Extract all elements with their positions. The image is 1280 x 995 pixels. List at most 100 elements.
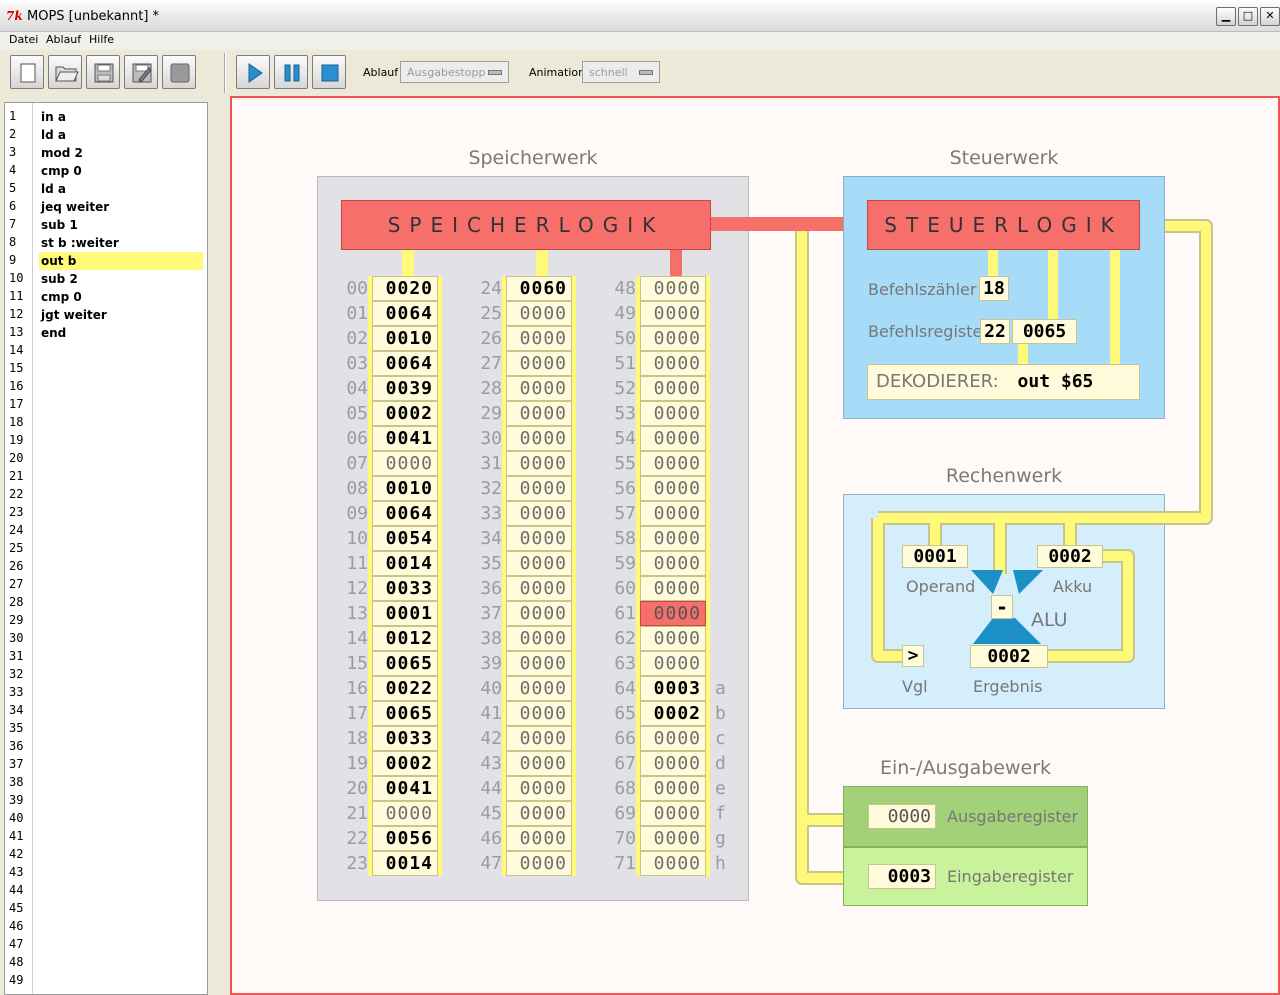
memory-cell[interactable]: 0000 <box>506 476 572 501</box>
memory-cell[interactable]: 0065 <box>372 651 438 676</box>
memory-cell[interactable]: 0000 <box>372 801 438 826</box>
alu-operator: - <box>991 595 1013 619</box>
memory-cell[interactable]: 0000 <box>640 776 706 801</box>
memory-cell[interactable]: 0000 <box>640 326 706 351</box>
memory-cell[interactable]: 0056 <box>372 826 438 851</box>
compare-label: Vgl <box>902 677 928 696</box>
memory-cell[interactable]: 0022 <box>372 676 438 701</box>
memory-cell[interactable]: 0041 <box>372 776 438 801</box>
operand-value: 0001 <box>902 545 968 568</box>
alu-title: Rechenwerk <box>945 465 1063 487</box>
memory-cell[interactable]: 0000 <box>506 751 572 776</box>
memory-cell[interactable]: 0000 <box>506 426 572 451</box>
memory-address: 03 <box>346 353 368 374</box>
variable-name: d <box>715 753 726 774</box>
memory-cell[interactable]: 0000 <box>506 626 572 651</box>
memory-cell[interactable]: 0000 <box>506 726 572 751</box>
memory-address: 48 <box>614 278 636 299</box>
memory-address: 51 <box>614 353 636 374</box>
memory-cell[interactable]: 0041 <box>372 426 438 451</box>
memory-address: 67 <box>614 753 636 774</box>
memory-cell[interactable]: 0000 <box>640 601 706 626</box>
memory-cell[interactable]: 0000 <box>640 576 706 601</box>
memory-title: Speicherwerk <box>468 147 598 169</box>
memory-cell[interactable]: 0039 <box>372 376 438 401</box>
memory-cell[interactable]: 0002 <box>372 751 438 776</box>
memory-cell[interactable]: 0014 <box>372 851 438 876</box>
variable-name: g <box>715 828 726 849</box>
memory-cell[interactable]: 0000 <box>506 501 572 526</box>
alu-right-input <box>1013 570 1043 594</box>
memory-cell[interactable]: 0000 <box>640 526 706 551</box>
memory-cell[interactable]: 0020 <box>372 276 438 301</box>
memory-cell[interactable]: 0000 <box>640 301 706 326</box>
memory-cell[interactable]: 0064 <box>372 301 438 326</box>
memory-cell[interactable]: 0060 <box>506 276 572 301</box>
memory-cell[interactable]: 0000 <box>506 851 572 876</box>
memory-cell[interactable]: 0000 <box>506 376 572 401</box>
memory-cell[interactable]: 0003 <box>640 676 706 701</box>
memory-cell[interactable]: 0000 <box>640 401 706 426</box>
memory-cell[interactable]: 0000 <box>506 326 572 351</box>
memory-cell[interactable]: 0012 <box>372 626 438 651</box>
memory-address: 32 <box>480 478 502 499</box>
memory-address: 02 <box>346 328 368 349</box>
memory-cell[interactable]: 0000 <box>640 826 706 851</box>
memory-cell[interactable]: 0000 <box>640 501 706 526</box>
memory-cell[interactable]: 0064 <box>372 501 438 526</box>
memory-cell[interactable]: 0000 <box>640 801 706 826</box>
bus-col3 <box>670 250 682 276</box>
memory-cell[interactable]: 0000 <box>372 451 438 476</box>
memory-cell[interactable]: 0002 <box>640 701 706 726</box>
memory-cell[interactable]: 0000 <box>506 676 572 701</box>
memory-cell[interactable]: 0000 <box>640 626 706 651</box>
memory-cell[interactable]: 0033 <box>372 576 438 601</box>
operand-label: Operand <box>906 577 976 596</box>
memory-cell[interactable]: 0000 <box>640 551 706 576</box>
memory-cell[interactable]: 0000 <box>506 301 572 326</box>
memory-cell[interactable]: 0000 <box>506 701 572 726</box>
variable-name: a <box>715 678 726 699</box>
memory-cell[interactable]: 0000 <box>506 526 572 551</box>
memory-cell[interactable]: 0010 <box>372 476 438 501</box>
memory-cell[interactable]: 0000 <box>640 351 706 376</box>
variable-name: h <box>715 853 726 874</box>
memory-address: 27 <box>480 353 502 374</box>
memory-cell[interactable]: 0002 <box>372 401 438 426</box>
memory-address: 66 <box>614 728 636 749</box>
memory-cell[interactable]: 0000 <box>640 851 706 876</box>
memory-cell[interactable]: 0000 <box>640 376 706 401</box>
memory-cell[interactable]: 0065 <box>372 701 438 726</box>
memory-cell[interactable]: 0000 <box>640 426 706 451</box>
memory-cell[interactable]: 0064 <box>372 351 438 376</box>
memory-cell[interactable]: 0000 <box>506 351 572 376</box>
input-register-value[interactable]: 0003 <box>868 864 936 889</box>
compare-value: > <box>902 645 924 667</box>
memory-cell[interactable]: 0000 <box>506 776 572 801</box>
memory-cell[interactable]: 0000 <box>506 401 572 426</box>
pc-value: 18 <box>979 276 1009 301</box>
memory-cell[interactable]: 0000 <box>640 476 706 501</box>
bus-ir <box>1048 250 1058 322</box>
memory-cell[interactable]: 0000 <box>640 651 706 676</box>
memory-cell[interactable]: 0000 <box>506 576 572 601</box>
memory-cell[interactable]: 0000 <box>506 826 572 851</box>
memory-cell[interactable]: 0000 <box>506 551 572 576</box>
memory-cell[interactable]: 0000 <box>640 726 706 751</box>
memory-cell[interactable]: 0000 <box>506 801 572 826</box>
memory-address: 16 <box>346 678 368 699</box>
memory-cell[interactable]: 0000 <box>640 276 706 301</box>
memory-cell[interactable]: 0033 <box>372 726 438 751</box>
memory-address: 13 <box>346 603 368 624</box>
memory-cell[interactable]: 0014 <box>372 551 438 576</box>
memory-cell[interactable]: 0010 <box>372 326 438 351</box>
memory-cell[interactable]: 0000 <box>640 451 706 476</box>
result-label: Ergebnis <box>973 677 1043 696</box>
memory-cell[interactable]: 0000 <box>506 601 572 626</box>
memory-cell[interactable]: 0001 <box>372 601 438 626</box>
memory-cell[interactable]: 0000 <box>506 651 572 676</box>
memory-cell[interactable]: 0000 <box>506 451 572 476</box>
memory-cell[interactable]: 0000 <box>640 751 706 776</box>
memory-cell[interactable]: 0054 <box>372 526 438 551</box>
memory-address: 14 <box>346 628 368 649</box>
